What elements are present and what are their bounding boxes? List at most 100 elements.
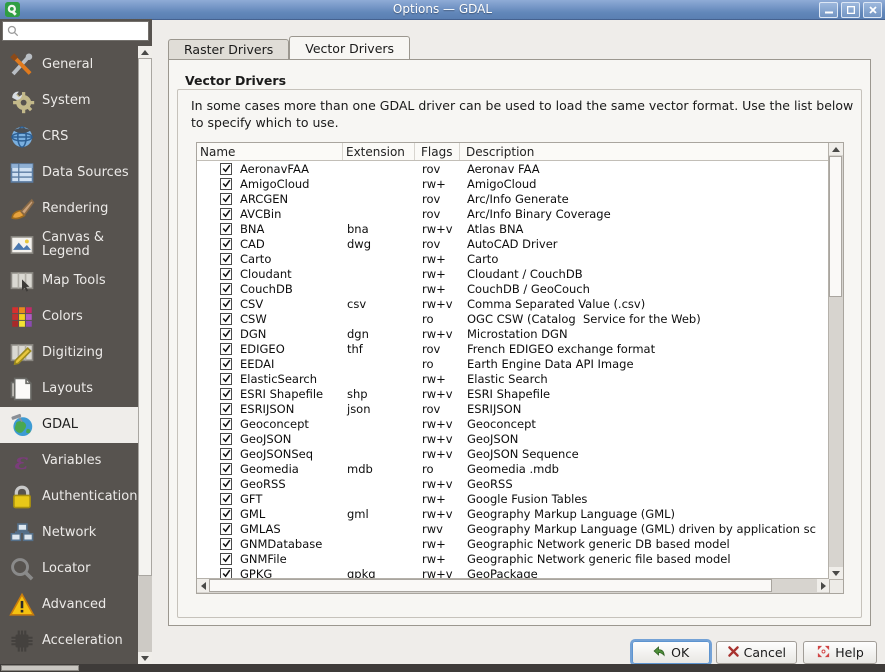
row-checkbox[interactable] xyxy=(220,553,232,565)
row-checkbox[interactable] xyxy=(220,448,232,460)
table-row[interactable]: EEDAI ro Earth Engine Data API Image xyxy=(197,356,829,371)
row-checkbox[interactable] xyxy=(220,403,232,415)
ok-button[interactable]: OK xyxy=(632,641,710,664)
row-checkbox[interactable] xyxy=(220,463,232,475)
scroll-down-button[interactable] xyxy=(138,652,152,664)
table-header-name[interactable]: Name xyxy=(197,143,343,160)
maximize-button[interactable] xyxy=(841,2,860,18)
row-checkbox[interactable] xyxy=(220,478,232,490)
sidebar-item-digitizing[interactable]: Digitizing xyxy=(0,335,138,371)
scroll-up-button[interactable] xyxy=(138,46,152,58)
table-row[interactable]: GNMFile rw+ Geographic Network generic f… xyxy=(197,551,829,566)
sidebar-item-colors[interactable]: Colors xyxy=(0,299,138,335)
sidebar-item-canvas-legend[interactable]: Canvas & Legend xyxy=(0,227,138,263)
table-row[interactable]: GeoJSONSeq rw+v GeoJSON Sequence xyxy=(197,446,829,461)
table-row[interactable]: BNA bna rw+v Atlas BNA xyxy=(197,221,829,236)
table-header-flags[interactable]: Flags xyxy=(415,143,460,160)
row-checkbox[interactable] xyxy=(220,523,232,535)
row-checkbox[interactable] xyxy=(220,268,232,280)
sidebar-item-data-sources[interactable]: Data Sources xyxy=(0,155,138,191)
scrollbar-thumb[interactable] xyxy=(209,579,772,592)
row-checkbox[interactable] xyxy=(220,418,232,430)
row-checkbox[interactable] xyxy=(220,253,232,265)
table-row[interactable]: CouchDB rw+ CouchDB / GeoCouch xyxy=(197,281,829,296)
table-row[interactable]: DGN dgn rw+v Microstation DGN xyxy=(197,326,829,341)
table-row[interactable]: CSW ro OGC CSW (Catalog Service for the … xyxy=(197,311,829,326)
sidebar-item-advanced[interactable]: Advanced xyxy=(0,587,138,623)
sidebar-horizontal-scrollbar[interactable] xyxy=(1,665,79,671)
table-row[interactable]: GFT rw+ Google Fusion Tables xyxy=(197,491,829,506)
scrollbar-thumb[interactable] xyxy=(138,58,152,576)
sidebar-item-variables[interactable]: ε Variables xyxy=(0,443,138,479)
table-row[interactable]: Carto rw+ Carto xyxy=(197,251,829,266)
row-checkbox[interactable] xyxy=(220,283,232,295)
table-header-description[interactable]: Description xyxy=(460,143,829,160)
table-row[interactable]: GNMDatabase rw+ Geographic Network gener… xyxy=(197,536,829,551)
table-row[interactable]: CAD dwg rov AutoCAD Driver xyxy=(197,236,829,251)
sidebar-item-acceleration[interactable]: Acceleration xyxy=(0,623,138,659)
row-checkbox[interactable] xyxy=(220,163,232,175)
table-horizontal-scrollbar[interactable] xyxy=(197,578,829,593)
table-row[interactable]: Cloudant rw+ Cloudant / CouchDB xyxy=(197,266,829,281)
minimize-button[interactable] xyxy=(819,2,838,18)
row-checkbox[interactable] xyxy=(220,313,232,325)
row-checkbox[interactable] xyxy=(220,358,232,370)
cancel-button[interactable]: Cancel xyxy=(716,641,797,664)
table-row[interactable]: CSV csv rw+v Comma Separated Value (.csv… xyxy=(197,296,829,311)
tab-raster-drivers[interactable]: Raster Drivers xyxy=(168,39,289,59)
row-checkbox[interactable] xyxy=(220,388,232,400)
row-checkbox[interactable] xyxy=(220,328,232,340)
row-checkbox[interactable] xyxy=(220,433,232,445)
row-checkbox[interactable] xyxy=(220,538,232,550)
sidebar-item-map-tools[interactable]: Map Tools xyxy=(0,263,138,299)
help-button[interactable]: Help xyxy=(803,641,877,664)
row-checkbox[interactable] xyxy=(220,238,232,250)
row-checkbox[interactable] xyxy=(220,178,232,190)
table-row[interactable]: ElasticSearch rw+ Elastic Search xyxy=(197,371,829,386)
driver-description: Geographic Network generic file based mo… xyxy=(460,552,829,566)
table-row[interactable]: GeoJSON rw+v GeoJSON xyxy=(197,431,829,446)
table-row[interactable]: EDIGEO thf rov French EDIGEO exchange fo… xyxy=(197,341,829,356)
sidebar-item-layouts[interactable]: Layouts xyxy=(0,371,138,407)
table-row[interactable]: AVCBin rov Arc/Info Binary Coverage xyxy=(197,206,829,221)
sidebar-item-authentication[interactable]: Authentication xyxy=(0,479,138,515)
table-row[interactable]: GML gml rw+v Geography Markup Language (… xyxy=(197,506,829,521)
table-header-extension[interactable]: Extension xyxy=(343,143,415,160)
table-row[interactable]: AeronavFAA rov Aeronav FAA xyxy=(197,161,829,176)
sidebar-item-gdal[interactable]: GDAL xyxy=(0,407,138,443)
row-checkbox[interactable] xyxy=(220,373,232,385)
row-checkbox[interactable] xyxy=(220,508,232,520)
scroll-left-button[interactable] xyxy=(197,579,209,592)
scroll-up-button[interactable] xyxy=(829,143,843,155)
tab-vector-drivers[interactable]: Vector Drivers xyxy=(289,36,410,59)
driver-description: Atlas BNA xyxy=(460,222,829,236)
sidebar-scrollbar[interactable] xyxy=(138,46,152,664)
row-checkbox[interactable] xyxy=(220,493,232,505)
table-row[interactable]: GeoRSS rw+v GeoRSS xyxy=(197,476,829,491)
row-checkbox[interactable] xyxy=(220,343,232,355)
table-row[interactable]: Geomedia mdb ro Geomedia .mdb xyxy=(197,461,829,476)
sidebar-search-input[interactable] xyxy=(22,24,148,39)
table-row[interactable]: ESRI Shapefile shp rw+v ESRI Shapefile xyxy=(197,386,829,401)
sidebar-item-system[interactable]: System xyxy=(0,83,138,119)
sidebar-item-locator[interactable]: Locator xyxy=(0,551,138,587)
sidebar-item-crs[interactable]: CRS xyxy=(0,119,138,155)
row-checkbox[interactable] xyxy=(220,223,232,235)
table-row[interactable]: Geoconcept rw+v Geoconcept xyxy=(197,416,829,431)
table-row[interactable]: ESRIJSON json rov ESRIJSON xyxy=(197,401,829,416)
scrollbar-thumb[interactable] xyxy=(829,156,842,297)
table-vertical-scrollbar[interactable] xyxy=(828,143,843,579)
sidebar-search-box[interactable] xyxy=(2,21,149,41)
close-button[interactable] xyxy=(863,2,882,18)
sidebar-item-rendering[interactable]: Rendering xyxy=(0,191,138,227)
sidebar-item-network[interactable]: Network xyxy=(0,515,138,551)
sidebar-item-general[interactable]: General xyxy=(0,47,138,83)
table-row[interactable]: GMLAS rwv Geography Markup Language (GML… xyxy=(197,521,829,536)
row-checkbox[interactable] xyxy=(220,298,232,310)
scroll-down-button[interactable] xyxy=(829,567,843,579)
table-row[interactable]: AmigoCloud rw+ AmigoCloud xyxy=(197,176,829,191)
row-checkbox[interactable] xyxy=(220,193,232,205)
row-checkbox[interactable] xyxy=(220,208,232,220)
scroll-right-button[interactable] xyxy=(817,579,829,592)
table-row[interactable]: ARCGEN rov Arc/Info Generate xyxy=(197,191,829,206)
